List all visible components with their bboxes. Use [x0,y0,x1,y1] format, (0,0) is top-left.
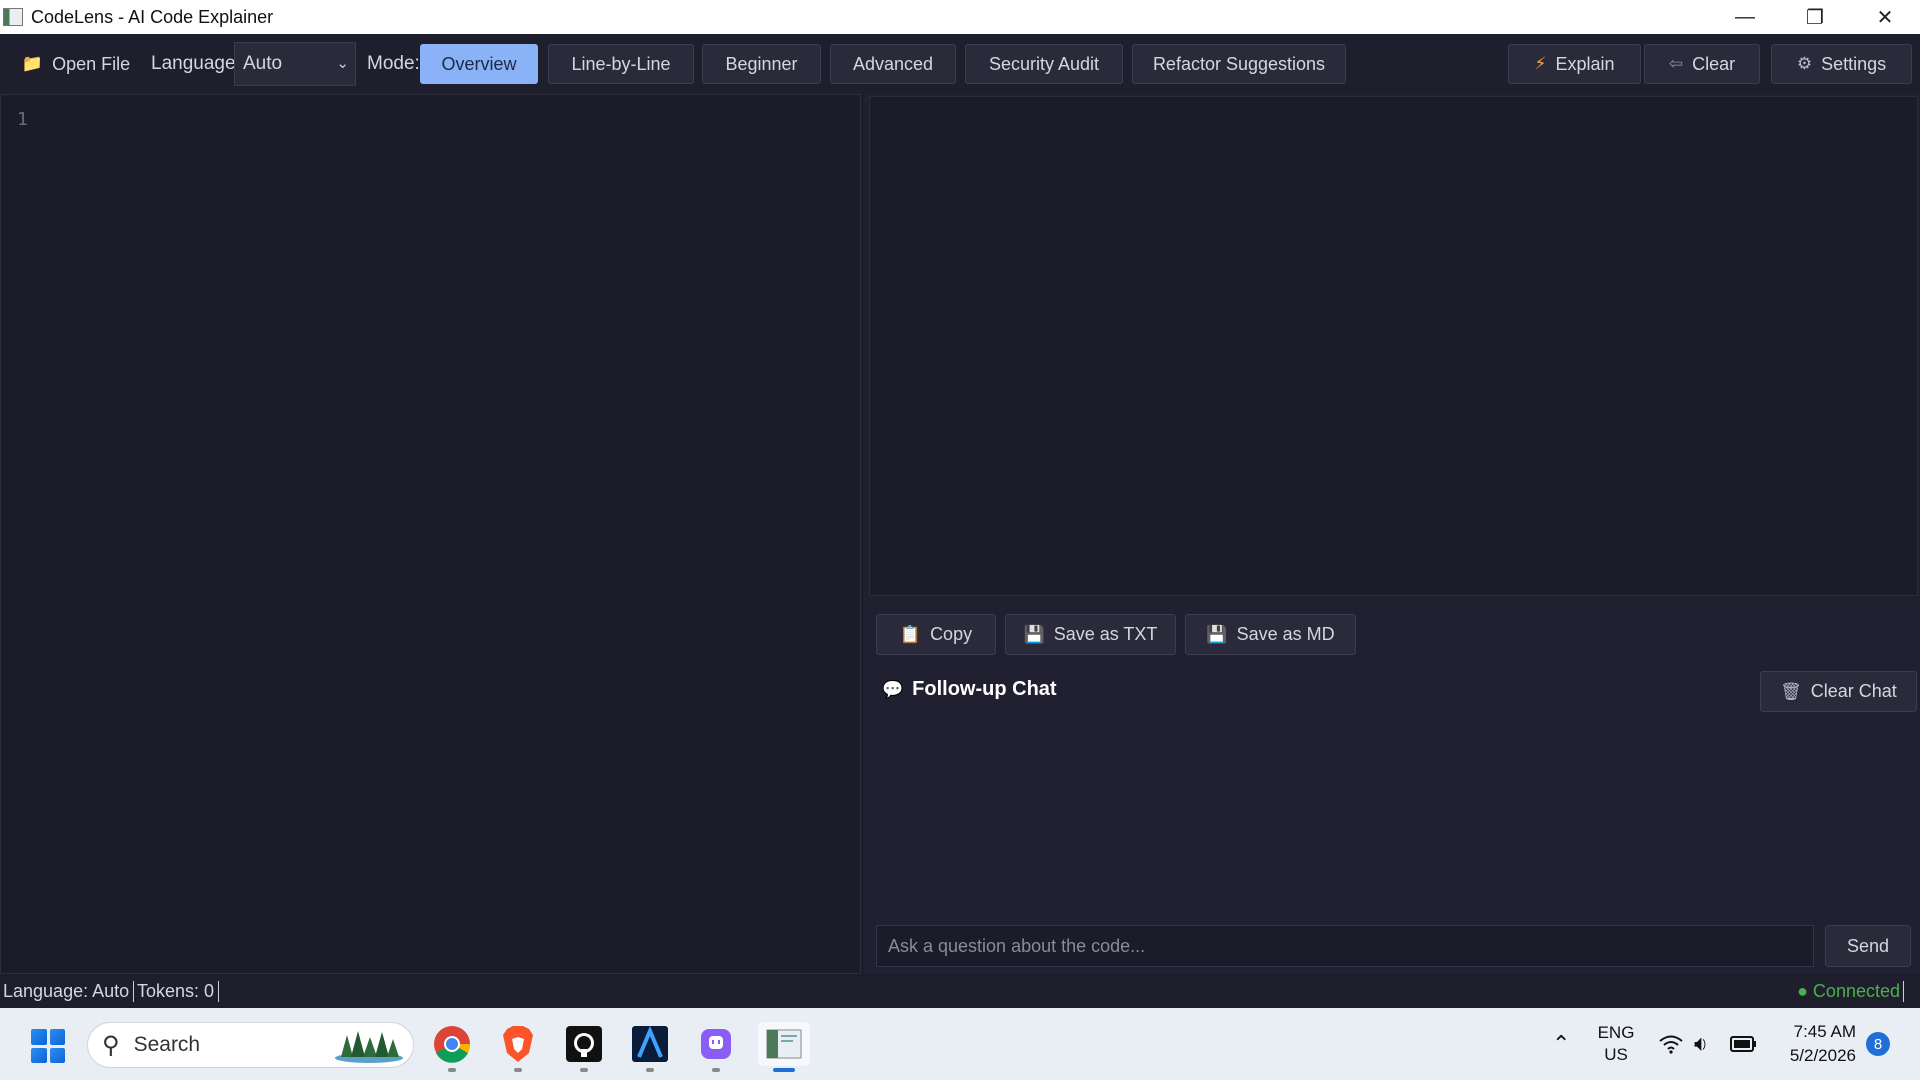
folder-icon: 📁 [21,54,44,73]
save-md-button[interactable]: 💾 Save as MD [1185,614,1356,655]
chat-app-taskbar-icon[interactable] [694,1022,738,1072]
search-icon: ⚲ [102,1031,120,1059]
mode-tab-refactor-suggestions[interactable]: Refactor Suggestions [1132,44,1346,84]
chat-title: 💬 Follow-up Chat [882,678,1057,701]
taskbar-search-label: Search [133,1033,201,1056]
mode-tab-line-by-line[interactable]: Line-by-Line [548,44,694,84]
lightning-icon: ⚡︎ [1534,54,1547,73]
language-label: Language: [151,53,241,74]
clear-label: Clear [1692,53,1736,74]
chat-history [876,712,1916,920]
chrome-taskbar-icon[interactable] [430,1022,474,1072]
explain-button[interactable]: ⚡︎ Explain [1508,44,1641,84]
notification-badge[interactable]: 8 [1866,1032,1890,1056]
arc-taskbar-icon[interactable] [628,1022,672,1072]
floppy-disk-icon: 💾 [1206,624,1228,644]
clock-date: 5/2/2026 [1789,1046,1856,1065]
explanation-output[interactable] [869,96,1918,596]
language-select[interactable]: Auto ⌄ [234,42,356,86]
brave-icon [503,1026,533,1062]
explain-label: Explain [1555,53,1615,74]
a-letter-icon [632,1025,668,1062]
mode-tab-beginner[interactable]: Beginner [702,44,821,84]
save-txt-label: Save as TXT [1053,624,1158,644]
input-language-indicator[interactable]: ENG US [1596,1008,1636,1080]
mode-tab-advanced[interactable]: Advanced [830,44,956,84]
clipboard-icon: 📋 [899,624,922,644]
backspace-icon: ⇦ [1668,54,1684,73]
brave-taskbar-icon[interactable] [496,1022,540,1072]
codelens-taskbar-icon[interactable] [758,1022,810,1072]
window-controls: — ❐ ✕ [1710,0,1920,34]
code-editor[interactable]: 1 [0,94,861,974]
minimize-icon[interactable]: — [1710,0,1780,34]
chrome-icon [434,1026,471,1063]
chat-title-text: Follow-up Chat [912,678,1057,700]
settings-button[interactable]: ⚙ Settings [1771,44,1912,84]
chevron-down-icon: ⌄ [336,55,349,72]
lang-bottom: US [1604,1045,1628,1064]
tray-overflow-icon[interactable]: ⌃ [1552,1008,1570,1080]
clear-button[interactable]: ⇦ Clear [1644,44,1760,84]
taskbar-search[interactable]: ⚲ Search [87,1022,414,1068]
lang-top: ENG [1597,1023,1635,1042]
github-icon [566,1026,602,1062]
toolbar: 📁 Open File Language: Auto ⌄ Mode: Overv… [0,34,1920,94]
status-bar: Language: Auto Tokens: 0 ● Connected [0,976,1920,1008]
github-taskbar-icon[interactable] [562,1022,606,1072]
connection-status: ● Connected [1797,981,1904,1002]
language-select-value: Auto [243,53,283,74]
save-txt-button[interactable]: 💾 Save as TXT [1005,614,1176,655]
chat-bubble-icon [701,1029,731,1059]
status-tokens: Tokens: 0 [137,981,220,1002]
speech-bubble-icon: 💬 [882,679,904,699]
copy-button[interactable]: 📋 Copy [876,614,996,655]
status-language: Language: Auto [3,981,135,1002]
line-number: 1 [17,109,28,130]
codelens-app-icon [766,1029,802,1059]
taskbar-clock[interactable]: 7:45 AM 5/2/2026 [1776,1020,1856,1068]
volume-icon[interactable]: 🔉︎ [1694,1008,1708,1080]
restore-icon[interactable]: ❐ [1780,0,1850,34]
floppy-disk-icon: 💾 [1023,624,1045,644]
windows-start-icon[interactable] [31,1029,65,1063]
clear-chat-label: Clear Chat [1810,681,1897,701]
settings-label: Settings [1821,53,1887,74]
window-title: CodeLens - AI Code Explainer [31,6,274,27]
close-icon[interactable]: ✕ [1850,0,1920,34]
gear-icon: ⚙ [1796,54,1813,73]
chat-input[interactable] [876,925,1814,967]
send-button[interactable]: Send [1825,925,1911,967]
clear-chat-button[interactable]: 🗑 Clear Chat [1760,671,1917,712]
wifi-icon[interactable] [1658,1008,1684,1080]
trash-icon: 🗑 [1780,681,1802,701]
mode-tab-security-audit[interactable]: Security Audit [965,44,1123,84]
taskbar: ⚲ Search ⌃ ENG US 🔉︎ 7:45 AM 5/2/2026 8 [0,1008,1920,1080]
mode-label: Mode: [367,53,420,74]
save-md-label: Save as MD [1236,624,1335,644]
app-icon [3,8,23,26]
battery-icon[interactable] [1730,1008,1758,1080]
open-file-button[interactable]: 📁 Open File [18,44,134,84]
mode-tab-overview[interactable]: Overview [420,44,538,84]
copy-label: Copy [930,624,973,644]
clock-time: 7:45 AM [1793,1022,1856,1041]
title-bar: CodeLens - AI Code Explainer — ❐ ✕ [0,0,1920,34]
forest-icon [335,1031,403,1063]
open-file-label: Open File [52,53,131,74]
